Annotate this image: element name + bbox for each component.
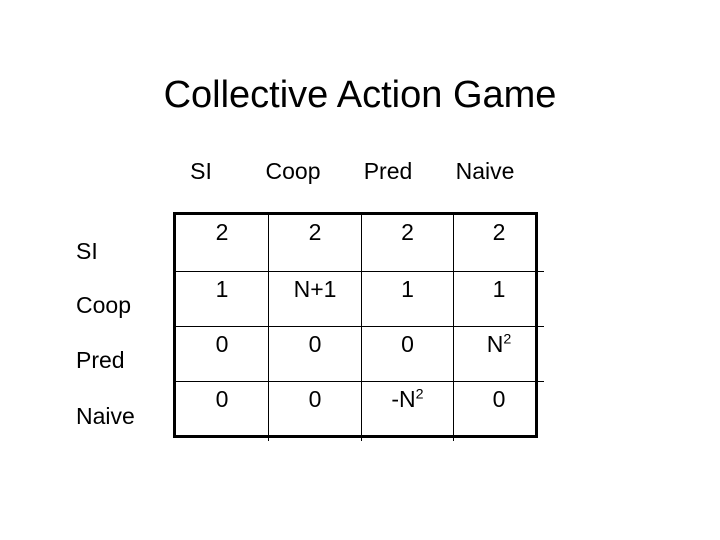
cell-pred-coop: 0 (268, 325, 362, 382)
column-header-coop: Coop (265, 158, 321, 184)
cell-naive-si: 0 (176, 380, 269, 441)
row-header-column: SI Coop Pred Naive (76, 212, 170, 438)
column-header-naive: Naive (455, 158, 515, 184)
cell-si-pred: 2 (361, 215, 454, 272)
table-row: 1 N+1 1 1 (176, 270, 544, 327)
cell-naive-naive: 0 (453, 380, 544, 441)
cell-coop-pred: 1 (361, 270, 454, 327)
cell-pred-pred: 0 (361, 325, 454, 382)
column-header-si: SI (190, 158, 212, 184)
table-row: 0 0 0 N2 (176, 325, 544, 382)
payoff-matrix-table: 2 2 2 2 1 N+1 1 1 0 0 0 N2 0 0 -N2 0 (176, 215, 544, 441)
cell-pred-naive: N2 (453, 325, 544, 382)
payoff-matrix: 2 2 2 2 1 N+1 1 1 0 0 0 N2 0 0 -N2 0 (173, 212, 544, 441)
row-header-pred: Pred (76, 347, 125, 373)
cell-si-si: 2 (176, 215, 269, 272)
cell-coop-si: 1 (176, 270, 269, 327)
cell-coop-coop: N+1 (268, 270, 362, 327)
cell-naive-pred: -N2 (361, 380, 454, 441)
page-title: Collective Action Game (163, 74, 557, 116)
cell-si-naive: 2 (453, 215, 544, 272)
row-header-si: SI (76, 238, 98, 264)
table-row: 0 0 -N2 0 (176, 380, 544, 441)
table-row: 2 2 2 2 (176, 215, 544, 272)
row-header-coop: Coop (76, 292, 131, 318)
cell-naive-coop: 0 (268, 380, 362, 441)
cell-coop-naive: 1 (453, 270, 544, 327)
cell-si-coop: 2 (268, 215, 362, 272)
slide-canvas: Collective Action Game SI Coop Pred Naiv… (0, 0, 720, 540)
row-header-naive: Naive (76, 403, 135, 429)
column-header-row: SI Coop Pred Naive (173, 156, 538, 190)
cell-pred-si: 0 (176, 325, 269, 382)
column-header-pred: Pred (363, 158, 413, 184)
